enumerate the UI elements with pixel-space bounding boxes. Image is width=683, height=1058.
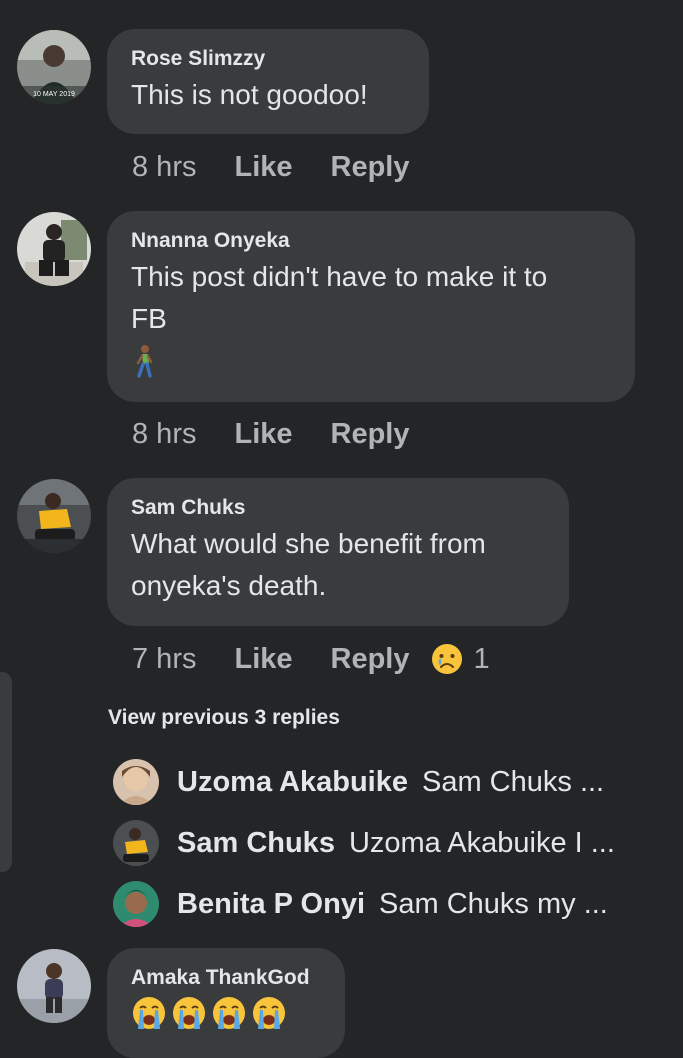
reply-author[interactable]: Sam Chuks [177, 827, 335, 860]
reply-item[interactable]: Uzoma Akabuike Sam Chuks ... [113, 757, 604, 807]
left-scroll-handle[interactable] [0, 672, 12, 872]
avatar[interactable] [17, 479, 91, 553]
loudly-crying-face-icon [251, 995, 287, 1036]
comment-author[interactable]: Amaka ThankGod [131, 965, 321, 991]
comment-author[interactable]: Rose Slimzzy [131, 46, 405, 72]
comment-text-line: FB [131, 303, 167, 334]
comment-bubble[interactable]: Rose Slimzzy This is not goodoo! [107, 29, 429, 134]
person-walking-icon [131, 344, 611, 386]
comment-time: 8 hrs [132, 417, 197, 450]
loudly-crying-face-icon [171, 995, 207, 1036]
avatar[interactable] [113, 881, 159, 927]
reply-preview: Sam Chuks ... [422, 765, 605, 798]
reaction-count: 1 [473, 642, 490, 675]
reply-button[interactable]: Reply [331, 643, 410, 676]
comment-text-line: What would she benefit from [131, 528, 486, 559]
comment-author[interactable]: Sam Chuks [131, 495, 545, 521]
comment-time: 7 hrs [132, 642, 197, 675]
reply-button[interactable]: Reply [331, 151, 410, 184]
avatar[interactable] [17, 949, 91, 1023]
view-previous-replies-link[interactable]: View previous 3 replies [108, 706, 340, 730]
avatar[interactable] [113, 820, 159, 866]
reply-author[interactable]: Uzoma Akabuike [177, 766, 408, 799]
avatar[interactable]: 10 MAY 2019 [17, 30, 91, 104]
emoji-row [131, 995, 321, 1036]
avatar-caption: 10 MAY 2019 [33, 91, 75, 98]
reply-preview: Sam Chuks my ... [379, 887, 608, 920]
like-button[interactable]: Like [234, 151, 292, 184]
like-button[interactable]: Like [234, 643, 292, 676]
comment-bubble[interactable]: Sam Chuks What would she benefit from on… [107, 478, 569, 626]
comment-actions: 7 hrs Like Reply 1 [132, 639, 490, 679]
reply-item[interactable]: Sam Chuks Uzoma Akabuike I ... [113, 818, 615, 868]
reply-preview: Uzoma Akabuike I ... [348, 826, 615, 859]
comment-time: 8 hrs [132, 150, 197, 183]
loudly-crying-face-icon [131, 995, 167, 1036]
comment-actions: 8 hrs Like Reply [132, 414, 430, 454]
reply-author[interactable]: Benita P Onyi [177, 888, 365, 921]
avatar[interactable] [113, 759, 159, 805]
loudly-crying-face-icon [211, 995, 247, 1036]
comment-text-line: This post didn't have to make it to [131, 261, 548, 292]
comment-text-line: onyeka's death. [131, 570, 327, 601]
sad-reaction-icon[interactable] [430, 642, 464, 676]
comment-bubble[interactable]: Nnanna Onyeka This post didn't have to m… [107, 211, 635, 402]
like-button[interactable]: Like [234, 418, 292, 451]
reply-item[interactable]: Benita P Onyi Sam Chuks my ... [113, 879, 608, 929]
comment-bubble[interactable]: Amaka ThankGod [107, 948, 345, 1058]
comment-author[interactable]: Nnanna Onyeka [131, 228, 611, 254]
avatar[interactable] [17, 212, 91, 286]
comment-text: This is not goodoo! [131, 79, 368, 110]
comment-actions: 8 hrs Like Reply [132, 147, 430, 187]
reply-button[interactable]: Reply [331, 418, 410, 451]
